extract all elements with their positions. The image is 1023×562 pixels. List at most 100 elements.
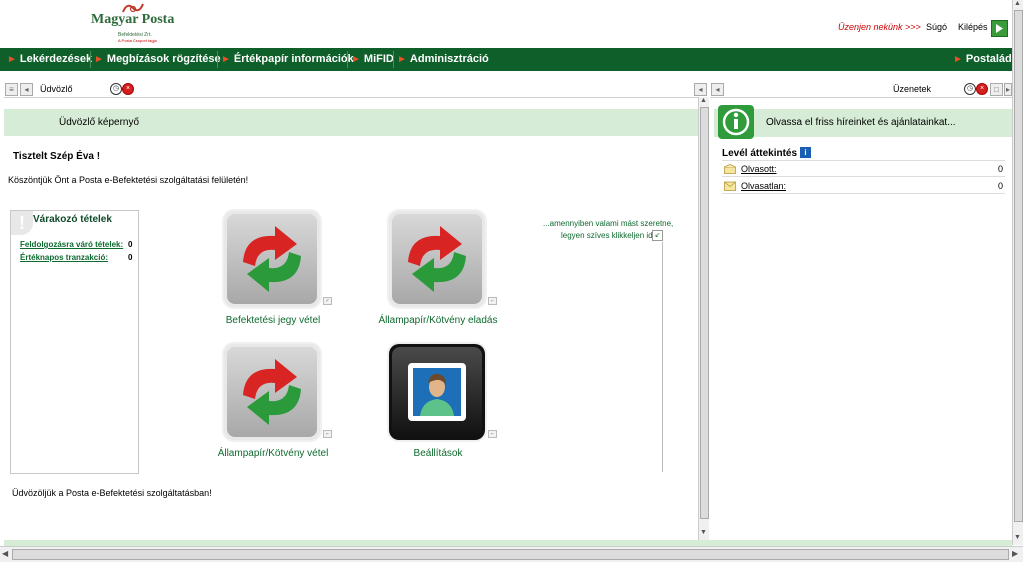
nav-divider [347, 51, 348, 68]
closed-envelope-icon [724, 181, 736, 191]
nav-arrow-icon: ► [397, 54, 407, 65]
right-panel-title: Üzenetek [893, 84, 932, 94]
nav-divider [393, 51, 394, 68]
nav-arrow-icon: ► [94, 54, 104, 65]
logo-name: Magyar Posta [91, 12, 175, 27]
exit-link[interactable]: Kilépés [958, 22, 988, 32]
window-vertical-scrollbar[interactable]: ▲ ▼ [1012, 0, 1023, 545]
exclamation-icon: ! [11, 211, 33, 235]
nav-label: Lekérdezések [19, 53, 93, 65]
value-date-transaction-count: 0 [128, 253, 133, 262]
collapse-right-icon[interactable]: ◂ [711, 83, 724, 96]
nav-arrow-icon: ► [351, 54, 361, 65]
greeting: Tisztelt Szép Éva ! [13, 151, 101, 162]
nav-divider [90, 51, 91, 68]
news-banner-text: Olvassa el friss híreinket és ajánlatain… [766, 117, 956, 128]
nav-mailbox[interactable]: ► Postaláda [953, 48, 1018, 71]
tile-bond-sell-label[interactable]: Állampapír/Kötvény eladás [372, 315, 504, 326]
scroll-up-icon[interactable]: ▲ [1014, 0, 1021, 7]
nav-arrow-icon: ► [221, 54, 231, 65]
tile-investment-unit-buy-label[interactable]: Befektetési jegy vétel [222, 315, 324, 326]
unread-messages-link[interactable]: Olvasatlan: [741, 181, 786, 191]
scroll-left-icon[interactable]: ◂ [694, 83, 707, 96]
right-panel-header: ◂ Üzenetek ◷ × □ ▸ [710, 82, 1012, 98]
scroll-down-icon[interactable]: ▼ [1014, 534, 1021, 541]
read-messages-count: 0 [998, 164, 1004, 174]
welcome-banner-text: Üdvözlő képernyő [59, 117, 140, 128]
left-panel-header: ≡ ◂ Üdvözlő ◷ × ◂ [4, 82, 708, 98]
value-date-transaction-link[interactable]: Értéknapos tranzakció: [20, 253, 108, 262]
exit-icon[interactable] [991, 20, 1008, 37]
maximize-icon[interactable]: □ [990, 83, 1003, 96]
scroll-up-icon[interactable]: ▲ [700, 97, 707, 104]
clock-icon[interactable]: ◷ [964, 83, 976, 95]
tile-bond-buy-label[interactable]: Állampapír/Kötvény vétel [207, 448, 339, 459]
nav-label: Adminisztráció [409, 53, 489, 65]
nav-admin[interactable]: ► Adminisztráció [397, 48, 489, 71]
nav-arrow-icon: ► [953, 54, 963, 65]
left-scroll-thumb[interactable] [700, 107, 709, 519]
collapse-left-icon[interactable]: ◂ [20, 83, 33, 96]
left-vertical-scrollbar[interactable]: ▲ ▼ [698, 97, 709, 540]
hint-line-2[interactable]: legyen szíves klikkeljen ide [561, 231, 657, 240]
logo-tagline: A Posta Csoport tagja [118, 38, 157, 43]
scroll-down-icon[interactable]: ▼ [700, 529, 707, 536]
tile-corner-badge-icon: ✓ [323, 297, 332, 305]
tile-background [392, 214, 482, 304]
mail-overview-title: Levél áttekintés [722, 148, 798, 159]
welcome-banner: Üdvözlő képernyő [4, 109, 698, 136]
read-messages-link[interactable]: Olvasott: [741, 164, 777, 174]
news-banner: Olvassa el friss híreinket és ajánlatain… [714, 105, 1012, 139]
info-small-icon[interactable]: i [800, 147, 811, 158]
nav-securities-info[interactable]: ► Értékpapír információk [221, 48, 354, 71]
scroll-left-icon[interactable]: ◀ [2, 549, 8, 558]
help-link[interactable]: Súgó [926, 22, 947, 32]
info-icon [718, 105, 754, 139]
tile-settings[interactable] [389, 344, 485, 440]
close-icon[interactable]: × [976, 83, 988, 95]
nav-arrow-icon: ► [7, 54, 17, 65]
arrow-down-left-icon[interactable]: ↙ [652, 230, 663, 241]
user-portrait-icon [408, 363, 466, 421]
horizontal-scroll-thumb[interactable] [12, 549, 1009, 560]
close-icon[interactable]: × [122, 83, 134, 95]
nav-label: Értékpapír információk [233, 53, 354, 65]
nav-orders[interactable]: ► Megbízások rögzítése [94, 48, 221, 71]
waiting-items-box: ! Várakozó tételek Feldolgozásra váró té… [10, 210, 139, 474]
message-us-link[interactable]: Üzenjen nekünk >>> [838, 22, 921, 32]
horizontal-scrollbar[interactable]: ◀ ▶ [0, 546, 1023, 562]
nav-divider [217, 51, 218, 68]
nav-label: Megbízások rögzítése [106, 53, 221, 65]
nav-queries[interactable]: ► Lekérdezések [7, 48, 92, 71]
open-envelope-icon [724, 164, 736, 174]
nav-label: Postaláda [965, 53, 1018, 65]
magyar-posta-logo: Magyar Posta Befektetési Zrt. A Posta Cs… [88, 2, 174, 44]
unread-messages-count: 0 [998, 181, 1004, 191]
tile-investment-unit-buy[interactable] [224, 211, 320, 307]
hint-divider-line [662, 242, 663, 472]
tile-background [392, 347, 482, 437]
pending-items-link[interactable]: Feldolgozásra váró tételek: [20, 240, 123, 249]
tile-bond-buy[interactable] [224, 344, 320, 440]
overview-divider [722, 193, 1005, 194]
footer-welcome-text: Üdvözöljük a Posta e-Befektetési szolgál… [12, 488, 212, 498]
main-nav: ► Lekérdezések ► Megbízások rögzítése ► Ért… [0, 48, 1018, 71]
scroll-right-icon[interactable]: ▶ [1012, 549, 1018, 558]
clock-icon[interactable]: ◷ [110, 83, 122, 95]
list-view-icon[interactable]: ≡ [5, 83, 18, 96]
tile-bond-sell[interactable] [389, 211, 485, 307]
nav-label: MiFID [363, 53, 394, 65]
nav-mifid[interactable]: ► MiFID [351, 48, 394, 71]
waiting-title: Várakozó tételek [33, 214, 112, 225]
tile-corner-badge-icon: ⌐ [323, 430, 332, 438]
tile-corner-badge-icon: ⌐ [488, 430, 497, 438]
exchange-arrows-icon [408, 226, 466, 292]
window-scroll-thumb[interactable] [1014, 10, 1023, 522]
exchange-arrows-icon [243, 359, 301, 425]
tile-background [227, 214, 317, 304]
left-panel-title: Üdvözlő [40, 84, 73, 94]
hint-line-1: ...amennyiben valami mást szeretne, [543, 219, 674, 228]
tile-settings-label[interactable]: Beállítások [389, 448, 487, 459]
scroll-right-icon[interactable]: ▸ [1004, 83, 1012, 96]
intro-text: Köszöntjük Önt a Posta e-Befektetési szo… [8, 175, 249, 185]
